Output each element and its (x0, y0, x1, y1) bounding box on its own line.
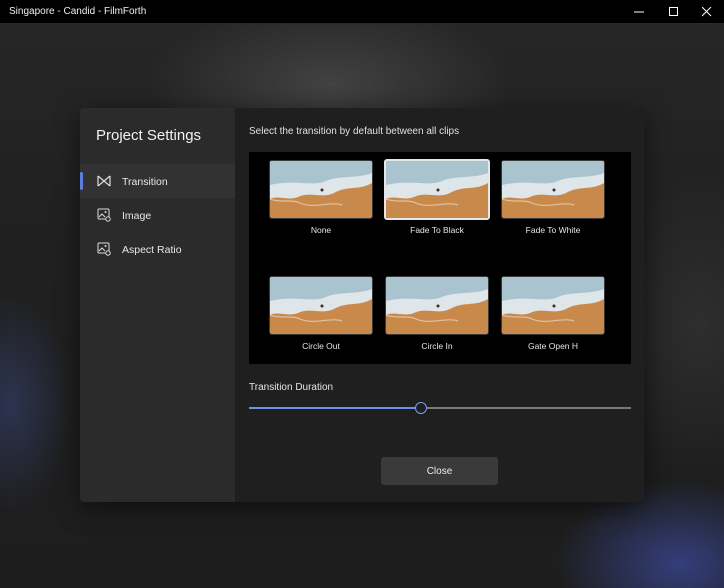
bowtie-icon (97, 175, 111, 187)
duration-label: Transition Duration (249, 382, 334, 393)
transition-label: Circle Out (302, 341, 340, 351)
transition-thumbnail (501, 160, 605, 219)
transition-thumbnail (269, 276, 373, 335)
sidebar-item-transition[interactable]: Transition (80, 164, 235, 198)
transition-thumbnail (269, 160, 373, 219)
transition-thumbnail (384, 159, 490, 220)
dialog-heading: Project Settings (96, 127, 202, 144)
minimize-icon (634, 11, 644, 13)
close-window-button[interactable] (690, 0, 724, 24)
sidebar-item-image[interactable]: Image (80, 198, 235, 232)
transition-option[interactable]: Circle In (385, 276, 489, 351)
transition-instruction: Select the transition by default between… (249, 126, 460, 137)
close-icon (702, 7, 712, 17)
transition-thumbnail (385, 276, 489, 335)
project-settings-dialog: Project Settings Transition Image Aspect… (80, 108, 644, 502)
transition-label: Gate Open H (527, 341, 579, 351)
image-settings-icon (97, 242, 111, 256)
settings-content: Select the transition by default between… (235, 108, 644, 502)
transition-option[interactable]: Fade To Black (384, 159, 490, 235)
settings-sidebar: Project Settings Transition Image Aspect… (80, 108, 235, 502)
transition-option[interactable]: Gate Open H (501, 276, 605, 351)
active-indicator (80, 172, 83, 190)
title-bar: Singapore - Candid - FilmForth (0, 0, 724, 24)
slider-track-fill (249, 407, 421, 409)
sidebar-item-label: Aspect Ratio (122, 244, 182, 256)
transition-option[interactable]: Circle Out (269, 276, 373, 351)
slider-thumb[interactable] (414, 402, 427, 414)
transition-option[interactable]: Fade To White (501, 160, 605, 235)
transition-grid: None Fade To Black Fade To White Circle Out… (249, 152, 631, 364)
sidebar-item-aspect-ratio[interactable]: Aspect Ratio (80, 232, 235, 266)
image-settings-icon (97, 208, 111, 222)
window-title: Singapore - Candid - FilmForth (9, 6, 147, 17)
transition-label: Fade To Black (410, 225, 464, 235)
maximize-icon (669, 7, 678, 16)
close-button[interactable]: Close (381, 457, 498, 485)
duration-slider[interactable] (249, 402, 631, 414)
minimize-button[interactable] (622, 0, 656, 24)
transition-option[interactable]: None (269, 160, 373, 235)
transition-label: Fade To White (525, 225, 581, 235)
maximize-button[interactable] (657, 0, 691, 24)
sidebar-item-label: Transition (122, 176, 168, 188)
transition-label: Circle In (421, 341, 453, 351)
transition-thumbnail (501, 276, 605, 335)
sidebar-item-label: Image (122, 210, 152, 222)
transition-label: None (310, 225, 332, 235)
